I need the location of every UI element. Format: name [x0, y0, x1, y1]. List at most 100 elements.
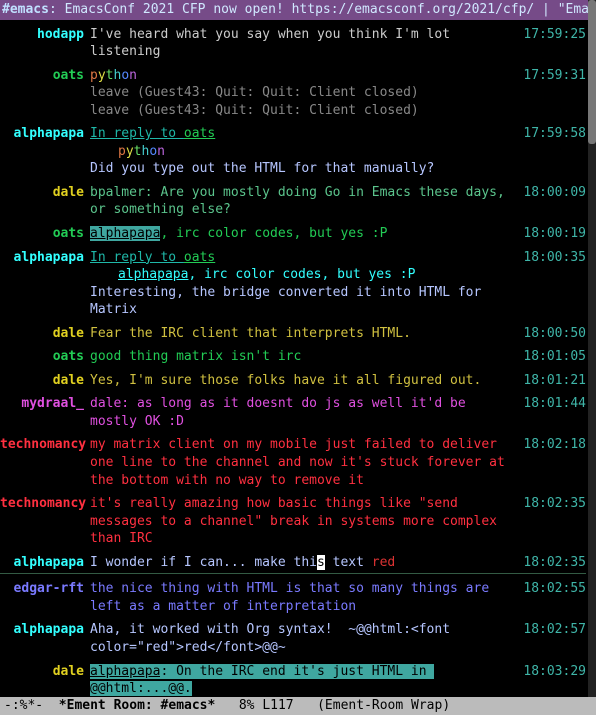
nick-column: dale: [0, 372, 90, 390]
message-body: Interesting, the bridge converted it int…: [90, 284, 522, 319]
nick-column: mydraal_: [0, 395, 90, 413]
nick: oats: [53, 226, 84, 241]
message-body: Did you type out the HTML for that manua…: [90, 160, 522, 178]
nick: alphapapa: [14, 250, 84, 265]
nick-column: edgar-rft: [0, 580, 90, 598]
timestamp: 18:02:35: [522, 554, 586, 572]
message-body: alphapapa: On the IRC end it's just HTML…: [90, 663, 522, 698]
modeline-percent: 8%: [215, 697, 262, 715]
nick: oats: [53, 68, 84, 83]
modeline-flags: -:%*-: [4, 697, 59, 715]
nick-column: oats: [0, 67, 90, 85]
timestamp: 18:02:57: [522, 621, 586, 639]
scrollbar-thumb[interactable]: [588, 0, 596, 144]
nick-column: oats: [0, 225, 90, 243]
message-row: mydraal_ dale: as long as it doesnt do js…: [0, 395, 586, 430]
nick-column: dale: [0, 184, 90, 202]
timestamp: 18:01:05: [522, 348, 586, 366]
nick-column: technomancy: [0, 495, 90, 513]
timestamp: 18:03:29: [522, 663, 586, 681]
nick: alphapapa: [14, 622, 84, 637]
message-body: In reply to oatsalphapapa, irc color cod…: [90, 249, 522, 284]
message-body: leave (Guest43: Quit: Quit: Client close…: [90, 102, 522, 120]
channel-name: #emacs: [2, 2, 49, 17]
timestamp: 18:00:09: [522, 184, 586, 202]
message-body: it's really amazing how basic things lik…: [90, 495, 522, 548]
message-row: technomancy my matrix client on my mobile…: [0, 436, 586, 489]
scrollbar[interactable]: [588, 0, 596, 697]
message-body: dale: as long as it doesnt do js as well…: [90, 395, 522, 430]
nick-column: oats: [0, 348, 90, 366]
timestamp: 17:59:25: [522, 26, 586, 44]
timestamp: 18:00:50: [522, 325, 586, 343]
message-body: leave (Guest43: Quit: Quit: Client close…: [90, 84, 522, 102]
nick: technomancy: [0, 437, 86, 452]
channel-topic: : EmacsConf 2021 CFP now open! https://e…: [49, 2, 588, 17]
message-row: oats alphapapa, irc color codes, but yes …: [0, 225, 586, 243]
message-row: alphapapa Aha, it worked with Org syntax!…: [0, 621, 586, 656]
modeline-buffer: *Ement Room: #emacs*: [59, 697, 216, 715]
message-body: my matrix client on my mobile just faile…: [90, 436, 522, 489]
nick: hodapp: [37, 27, 84, 42]
nick: dale: [53, 185, 84, 200]
message-body: the nice thing with HTML is that so many…: [90, 580, 522, 615]
message-body: alphapapa, irc color codes, but yes :P: [90, 225, 522, 243]
nick: dale: [53, 373, 84, 388]
nick: oats: [53, 349, 84, 364]
message-row: technomancy it's really amazing how basic…: [0, 495, 586, 548]
message-row: leave (Guest43: Quit: Quit: Client close…: [0, 84, 586, 102]
message-body: good thing matrix isn't irc: [90, 348, 522, 366]
nick-column: dale: [0, 325, 90, 343]
message-row: alphapapa I wonder if I can... make this …: [0, 554, 586, 572]
timestamp: 18:02:35: [522, 495, 586, 513]
nick: edgar-rft: [14, 581, 84, 596]
nick-column: alphapapa: [0, 554, 90, 572]
separator: [0, 573, 586, 574]
message-body: I wonder if I can... make this text red: [90, 554, 522, 572]
nick-column: alphapapa: [0, 249, 90, 267]
message-row: Did you type out the HTML for that manua…: [0, 160, 586, 178]
message-row: edgar-rft the nice thing with HTML is tha…: [0, 580, 586, 615]
message-row: dale alphapapa: On the IRC end it's just …: [0, 663, 586, 698]
modeline-position: L117: [262, 697, 293, 715]
message-body: bpalmer: Are you mostly doing Go in Emac…: [90, 184, 522, 219]
message-row: oats good thing matrix isn't irc18:01:05: [0, 348, 586, 366]
timestamp: 18:01:21: [522, 372, 586, 390]
timestamp: 18:02:55: [522, 580, 586, 598]
nick: alphapapa: [14, 126, 84, 141]
message-row: hodapp I've heard what you say when you t…: [0, 26, 586, 61]
message-body: Aha, it worked with Org syntax! ~@@html:…: [90, 621, 522, 656]
timestamp: 17:59:31: [522, 67, 586, 85]
nick-column: dale: [0, 663, 90, 681]
modeline: -:%*- *Ement Room: #emacs* 8% L117 (Emen…: [0, 697, 596, 715]
message-row: alphapapa In reply to oatsalphapapa, irc …: [0, 249, 586, 284]
timestamp: 18:00:35: [522, 249, 586, 267]
message-row: dale Yes, I'm sure those folks have it al…: [0, 372, 586, 390]
message-row: alphapapa In reply to oatspython17:59:58: [0, 125, 586, 160]
message-body: Fear the IRC client that interprets HTML…: [90, 325, 522, 343]
timestamp: 18:00:19: [522, 225, 586, 243]
nick: dale: [53, 664, 84, 679]
message-row: leave (Guest43: Quit: Quit: Client close…: [0, 102, 586, 120]
nick-column: technomancy: [0, 436, 90, 454]
nick-column: hodapp: [0, 26, 90, 44]
message-row: dale Fear the IRC client that interprets …: [0, 325, 586, 343]
nick: technomancy: [0, 496, 86, 511]
message-body: In reply to oatspython: [90, 125, 522, 160]
message-row: oats python17:59:31: [0, 67, 586, 85]
timestamp: 18:02:18: [522, 436, 586, 454]
message-row: Interesting, the bridge converted it int…: [0, 284, 586, 319]
message-body: python: [90, 67, 522, 85]
nick: alphapapa: [14, 555, 84, 570]
timestamp: 17:59:58: [522, 125, 586, 143]
nick: dale: [53, 326, 84, 341]
channel-header: #emacs: EmacsConf 2021 CFP now open! htt…: [0, 0, 588, 20]
message-body: Yes, I'm sure those folks have it all fi…: [90, 372, 522, 390]
message-body: I've heard what you say when you think I…: [90, 26, 522, 61]
modeline-mode: (Ement-Room Wrap): [294, 697, 451, 715]
nick-column: alphapapa: [0, 621, 90, 639]
message-row: dale bpalmer: Are you mostly doing Go in …: [0, 184, 586, 219]
nick: mydraal_: [21, 396, 84, 411]
timestamp: 18:01:44: [522, 395, 586, 413]
message-list: hodapp I've heard what you say when you t…: [0, 26, 588, 697]
